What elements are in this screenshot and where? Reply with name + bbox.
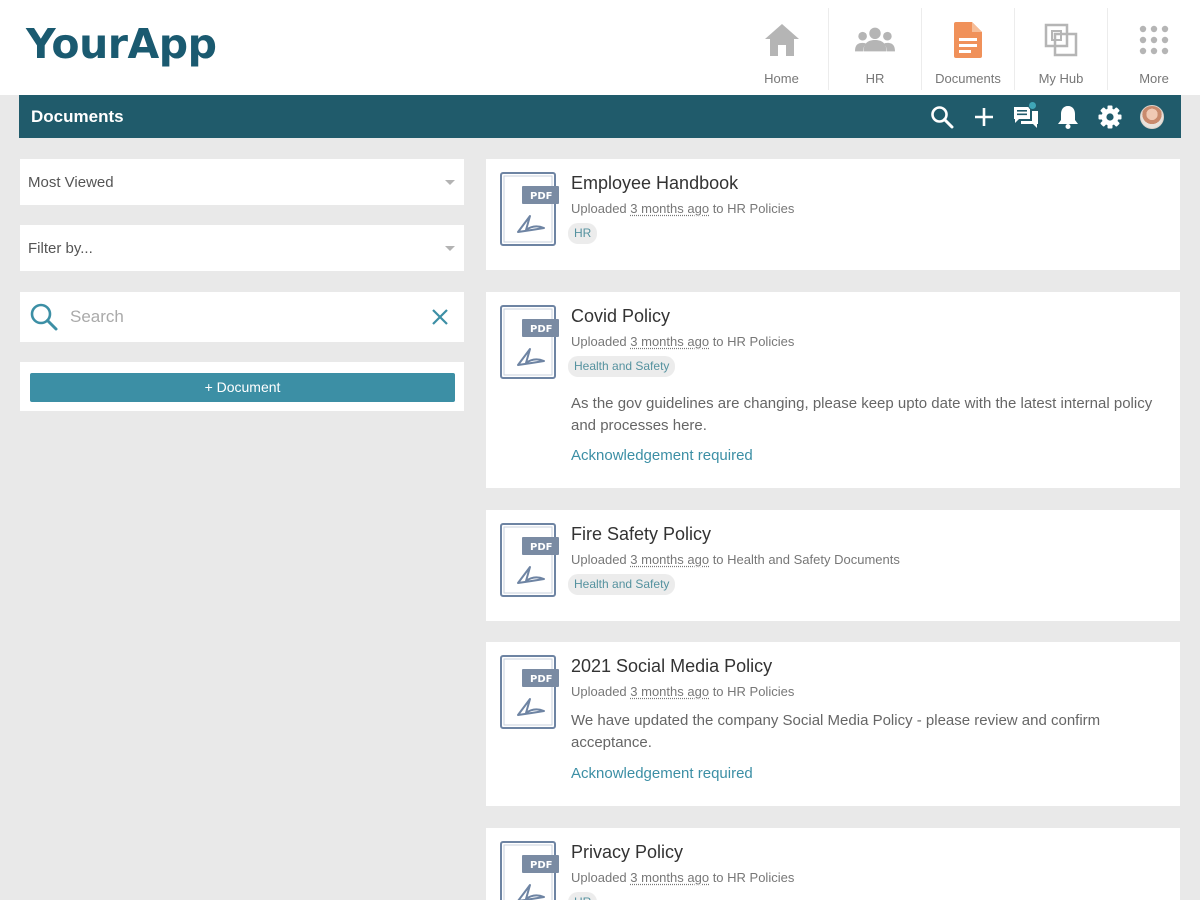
filter-select[interactable]: Filter by... — [20, 225, 464, 271]
sort-select-value: Most Viewed — [28, 174, 114, 191]
avatar — [1140, 104, 1164, 129]
section-titlebar: Documents — [19, 95, 1181, 138]
upload-time: 3 months ago — [630, 552, 710, 567]
nav-item-my-hub[interactable]: My Hub — [1014, 8, 1107, 90]
file-type-label: PDF — [530, 860, 552, 871]
upload-time: 3 months ago — [630, 870, 710, 885]
search-box — [20, 292, 464, 342]
close-icon[interactable] — [430, 307, 450, 327]
chevron-down-icon — [445, 246, 455, 251]
document-card[interactable]: PDF Privacy Policy Uploaded 3 months ago… — [486, 828, 1180, 900]
nav-label: My Hub — [1038, 71, 1084, 86]
gear-icon[interactable] — [1089, 95, 1131, 138]
main-nav: Home HR Documents My Hub More — [735, 8, 1200, 90]
file-type-label: PDF — [530, 191, 552, 202]
document-description: We have updated the company Social Media… — [571, 712, 1101, 751]
document-title[interactable]: Covid Policy — [571, 306, 670, 327]
add-document-button[interactable]: + Document — [30, 373, 455, 402]
nav-label: HR — [865, 71, 885, 86]
uploaded-prefix: Uploaded — [571, 684, 627, 699]
file-type-label: PDF — [530, 324, 552, 335]
pdf-file-icon: PDF — [500, 172, 560, 248]
document-title[interactable]: Employee Handbook — [571, 173, 738, 194]
category-tag[interactable]: Health and Safety — [568, 574, 676, 595]
document-meta: Uploaded 3 months ago to HR Policies — [571, 201, 794, 216]
filter-select-value: Filter by... — [28, 240, 93, 257]
document-card[interactable]: PDF Fire Safety Policy Uploaded 3 months… — [486, 510, 1180, 621]
category-tag[interactable]: HR — [568, 223, 598, 244]
upload-location: to HR Policies — [712, 870, 795, 885]
document-title[interactable]: 2021 Social Media Policy — [571, 656, 772, 677]
pdf-file-icon: PDF — [500, 523, 560, 599]
pdf-file-icon: PDF — [500, 841, 560, 900]
chat-icon[interactable] — [1005, 95, 1047, 138]
uploaded-prefix: Uploaded — [571, 201, 627, 216]
bell-icon[interactable] — [1047, 95, 1089, 138]
nav-item-hr[interactable]: HR — [828, 8, 921, 90]
nav-label: More — [1139, 71, 1169, 86]
uploaded-prefix: Uploaded — [571, 552, 627, 567]
document-meta: Uploaded 3 months ago to HR Policies — [571, 684, 794, 699]
document-card[interactable]: PDF Covid Policy Uploaded 3 months ago t… — [486, 292, 1180, 488]
document-card[interactable]: PDF 2021 Social Media Policy Uploaded 3 … — [486, 642, 1180, 806]
document-description: As the gov guidelines are changing, plea… — [571, 395, 1153, 434]
uploaded-prefix: Uploaded — [571, 334, 627, 349]
document-meta: Uploaded 3 months ago to Health and Safe… — [571, 552, 900, 567]
nav-label: Documents — [935, 71, 1001, 86]
category-tag[interactable]: Health and Safety — [568, 356, 676, 377]
upload-location: to HR Policies — [712, 334, 795, 349]
titlebar-actions — [921, 95, 1173, 138]
document-meta: Uploaded 3 months ago to HR Policies — [571, 334, 794, 349]
pdf-file-icon: PDF — [500, 655, 560, 731]
document-meta: Uploaded 3 months ago to HR Policies — [571, 870, 794, 885]
sort-select[interactable]: Most Viewed — [20, 159, 464, 205]
pdf-file-icon: PDF — [500, 305, 560, 381]
uploaded-prefix: Uploaded — [571, 870, 627, 885]
nav-item-documents[interactable]: Documents — [921, 8, 1014, 90]
upload-location: to HR Policies — [712, 201, 795, 216]
category-tag[interactable]: HR — [568, 892, 598, 900]
nav-item-more[interactable]: More — [1107, 8, 1200, 90]
search-icon[interactable] — [921, 95, 963, 138]
search-input[interactable] — [70, 302, 420, 332]
document-icon — [948, 20, 988, 60]
file-type-label: PDF — [530, 674, 552, 685]
upload-time: 3 months ago — [630, 684, 710, 699]
hub-icon — [1041, 20, 1081, 60]
acknowledgement-link[interactable]: Acknowledgement required — [571, 765, 753, 782]
nav-item-home[interactable]: Home — [735, 8, 828, 90]
nav-label: Home — [764, 71, 799, 86]
search-icon — [29, 302, 59, 332]
upload-location: to HR Policies — [712, 684, 795, 699]
notification-dot — [1028, 101, 1037, 110]
page-title: Documents — [31, 107, 124, 126]
user-avatar-button[interactable] — [1131, 95, 1173, 138]
document-title[interactable]: Fire Safety Policy — [571, 524, 711, 545]
document-card[interactable]: PDF Employee Handbook Uploaded 3 months … — [486, 159, 1180, 270]
file-type-label: PDF — [530, 542, 552, 553]
add-document-panel: + Document — [20, 362, 464, 411]
home-icon — [762, 20, 802, 60]
acknowledgement-link[interactable]: Acknowledgement required — [571, 447, 753, 464]
app-header: YourApp Home HR Documents My Hub More — [0, 0, 1200, 95]
chevron-down-icon — [445, 180, 455, 185]
people-icon — [855, 20, 895, 60]
upload-location: to Health and Safety Documents — [712, 552, 900, 567]
upload-time: 3 months ago — [630, 201, 710, 216]
grid-icon — [1134, 20, 1174, 60]
document-title[interactable]: Privacy Policy — [571, 842, 683, 863]
app-logo[interactable]: YourApp — [26, 20, 217, 68]
upload-time: 3 months ago — [630, 334, 710, 349]
plus-icon[interactable] — [963, 95, 1005, 138]
